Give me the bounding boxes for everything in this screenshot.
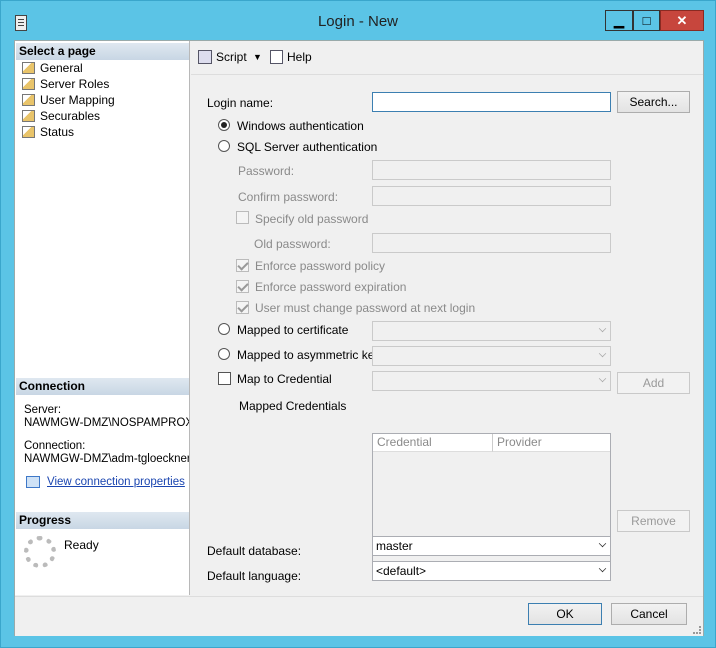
chevron-down-icon (598, 349, 607, 358)
login-name-input[interactable] (372, 92, 611, 112)
add-button[interactable]: Add (617, 372, 690, 394)
page-label: Status (40, 125, 75, 139)
default-database-label: Default database: (207, 544, 302, 558)
page-icon (22, 94, 35, 106)
mapped-asym-key-radio[interactable] (218, 348, 230, 360)
ok-button[interactable]: OK (528, 603, 602, 625)
specify-old-password-checkbox[interactable] (236, 211, 249, 224)
map-credential-checkbox[interactable] (218, 372, 231, 385)
cancel-button[interactable]: Cancel (611, 603, 687, 625)
search-button[interactable]: Search... (617, 91, 690, 113)
script-dropdown-icon[interactable]: ▼ (253, 49, 262, 65)
page-label: Securables (40, 109, 101, 123)
general-page-content: Login name: Search... Windows authentica… (191, 76, 703, 595)
must-change-checkbox[interactable] (236, 301, 249, 314)
mapped-certificate-radio[interactable] (218, 323, 230, 335)
page-icon (22, 110, 35, 122)
chevron-down-icon (598, 539, 607, 548)
script-label: Script (216, 50, 247, 64)
progress-status: Ready (64, 538, 99, 552)
mapped-certificate-label[interactable]: Mapped to certificate (237, 323, 348, 337)
connection-header: Connection (16, 378, 189, 395)
minimize-button[interactable]: ▁ (605, 10, 633, 31)
right-pane: Script ▼ Help Login name: Search... Wind… (191, 41, 703, 595)
credential-select[interactable] (372, 371, 611, 391)
page-label: Server Roles (40, 77, 110, 91)
help-button[interactable]: Help (270, 49, 312, 65)
page-item-securables[interactable]: Securables (18, 108, 100, 124)
maximize-button[interactable]: □ (633, 10, 660, 31)
server-label: Server: (24, 404, 62, 416)
remove-button[interactable]: Remove (617, 510, 690, 532)
map-credential-label[interactable]: Map to Credential (237, 372, 332, 386)
password-label: Password: (238, 164, 295, 178)
progress-header: Progress (16, 512, 189, 529)
chevron-down-icon (598, 324, 607, 333)
grid-header-provider[interactable]: Provider (493, 434, 610, 452)
confirm-password-input[interactable] (372, 186, 611, 206)
mapped-credentials-label: Mapped Credentials (239, 399, 347, 413)
connection-properties-icon (26, 476, 40, 488)
resize-grip-icon[interactable] (693, 626, 701, 634)
help-label: Help (287, 50, 312, 64)
default-language-label: Default language: (207, 569, 302, 583)
grid-header-credential[interactable]: Credential (373, 434, 493, 452)
page-label: User Mapping (40, 93, 115, 107)
enforce-policy-checkbox[interactable] (236, 259, 249, 272)
page-item-server-roles[interactable]: Server Roles (18, 76, 109, 92)
view-connection-properties-link[interactable]: View connection properties (47, 476, 185, 488)
asym-key-select[interactable] (372, 346, 611, 366)
page-item-status[interactable]: Status (18, 124, 74, 140)
script-icon (198, 50, 212, 64)
enforce-expiration-label: Enforce password expiration (255, 280, 407, 294)
page-item-general[interactable]: General (18, 60, 83, 76)
chevron-down-icon (598, 564, 607, 573)
default-database-value: master (376, 539, 413, 553)
toolbar: Script ▼ Help (191, 41, 703, 75)
select-page-header: Select a page (16, 43, 189, 60)
page-item-user-mapping[interactable]: User Mapping (18, 92, 115, 108)
old-password-label: Old password: (254, 237, 331, 251)
windows-auth-radio[interactable] (218, 119, 230, 131)
page-icon (22, 78, 35, 90)
server-value: NAWMGW-DMZ\NOSPAMPROX (24, 417, 189, 429)
default-database-select[interactable]: master (372, 536, 611, 556)
help-icon (270, 50, 283, 64)
enforce-policy-label: Enforce password policy (255, 259, 386, 273)
progress-spinner-icon (24, 536, 56, 568)
login-name-label: Login name: (207, 96, 274, 110)
login-new-window: Login - New ▁ □ ✕ Select a page General … (0, 0, 716, 648)
dialog-footer: OK Cancel (15, 596, 703, 636)
sql-auth-label[interactable]: SQL Server authentication (237, 140, 377, 154)
old-password-input[interactable] (372, 233, 611, 253)
certificate-select[interactable] (372, 321, 611, 341)
chevron-down-icon (598, 374, 607, 383)
must-change-label: User must change password at next login (255, 301, 476, 315)
page-label: General (40, 61, 83, 75)
connection-value: NAWMGW-DMZ\adm-tgloeckner (24, 453, 189, 465)
connection-label: Connection: (24, 440, 86, 452)
script-button[interactable]: Script (198, 49, 247, 65)
close-button[interactable]: ✕ (660, 10, 704, 31)
left-pane: Select a page General Server Roles User … (15, 41, 190, 595)
page-icon (22, 126, 35, 138)
default-language-select[interactable]: <default> (372, 561, 611, 581)
mapped-asym-key-label[interactable]: Mapped to asymmetric key (237, 348, 380, 362)
title-bar[interactable]: Login - New ▁ □ ✕ (1, 1, 715, 39)
page-icon (22, 62, 35, 74)
password-input[interactable] (372, 160, 611, 180)
default-language-value: <default> (376, 564, 427, 578)
enforce-expiration-checkbox[interactable] (236, 280, 249, 293)
sql-auth-radio[interactable] (218, 140, 230, 152)
confirm-password-label: Confirm password: (238, 190, 339, 204)
specify-old-password-label: Specify old password (255, 212, 369, 226)
windows-auth-label[interactable]: Windows authentication (237, 119, 364, 133)
dialog-client-area: Select a page General Server Roles User … (14, 40, 704, 636)
